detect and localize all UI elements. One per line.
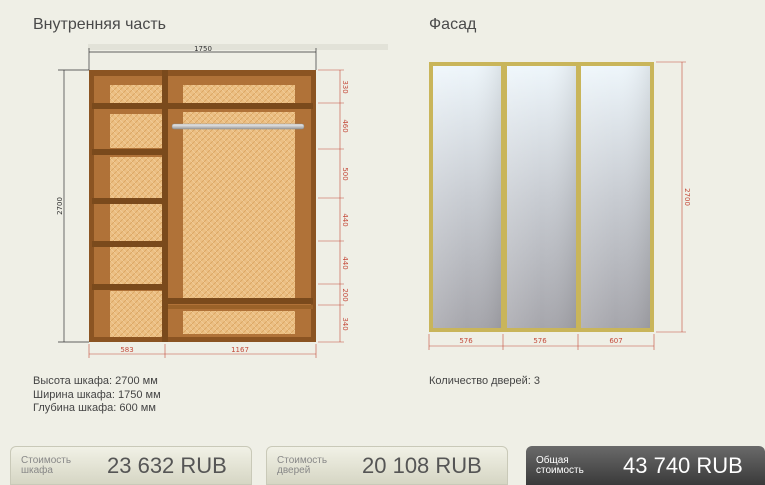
segment-label: 340 [341,317,349,330]
section-dimensions: 583 1167 [88,344,317,358]
facade-height-dimension: 2700 [656,61,691,333]
facade-height-label: 2700 [683,188,691,206]
cabinet-cost-label: Стоимость шкафа [21,454,72,476]
total-cost-label: Общая стоимость [536,454,584,476]
door-width-dimensions: 576 576 607 [428,334,655,350]
door-count-text: Количество дверей: 3 [429,375,540,387]
cabinet-cost-value: 23 632 RUB [107,452,227,478]
segment-label: 440 [341,256,349,269]
total-cost-value: 43 740 RUB [623,452,743,478]
cabinet-specs: Высота шкафа: 2700 мм Ширина шкафа: 1750… [33,375,161,416]
height-dimension: 2700 [56,69,89,343]
width-label: 1750 [194,45,212,53]
facade-doors [429,62,654,332]
doors-cost-value: 20 108 RUB [362,452,482,478]
doors-cost-label: Стоимость дверей [277,454,328,476]
segment-label: 500 [341,167,349,180]
segment-label: 200 [341,288,349,301]
door-width-label: 576 [533,337,547,345]
segment-label: 460 [341,119,349,132]
door-width-label: 576 [459,337,473,345]
height-label: 2700 [56,197,64,215]
door-width-label: 607 [609,337,622,345]
header-shadow [88,44,388,50]
cabinet [89,70,316,342]
segment-label: 330 [341,80,349,93]
right-width-label: 1167 [231,346,249,354]
cabinet-cost-panel: Стоимость шкафа 23 632 RUB [10,446,252,485]
total-cost-panel: Общая стоимость 43 740 RUB [526,446,765,485]
cabinet-width-text: Ширина шкафа: 1750 мм [33,388,161,401]
doors-cost-panel: Стоимость дверей 20 108 RUB [266,446,508,485]
segment-label: 440 [341,213,349,226]
cabinet-height-text: Высота шкафа: 2700 мм [33,375,158,387]
segment-dimensions: 330 460 500 440 440 200 340 [318,69,349,343]
cabinet-depth-text: Глубина шкафа: 600 мм [33,402,156,414]
left-width-label: 583 [120,346,133,354]
